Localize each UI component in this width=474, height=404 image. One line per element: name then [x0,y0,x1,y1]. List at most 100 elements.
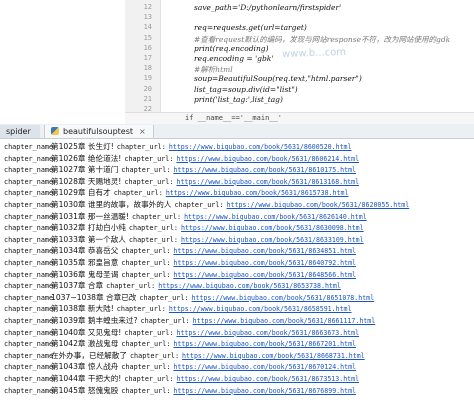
line-number: 12 [143,3,152,11]
chapter-url-link[interactable]: https://www.biqubao.com/book/5631/864856… [173,271,356,279]
chapter-url-label: chapter_url: [129,351,180,360]
chapter-name-label: chapter_name [4,351,54,360]
chapter-url-link[interactable]: https://www.biqubao.com/book/5631/866720… [173,340,356,348]
chapter-url-label: chapter_url: [121,166,171,175]
chapter-title: 第1037章 合章 [51,281,104,291]
chapter-title: 第1033章 第一个敌人 [51,234,126,244]
line-number: 15 [143,33,152,42]
chapter-url-link[interactable]: https://www.biqubao.com/book/5631/860621… [176,155,359,163]
console-row: chapter_name第1033章 第一个敌人 chapter_url: http… [4,234,364,246]
chapter-name-label: chapter_name [4,317,54,325]
console-row: chapter_name第1030章 谁里的故事，故事外的人 chapter_ur… [4,199,409,211]
chapter-name-label: chapter_name [4,247,54,256]
chapter-name-label: chapter_name [4,293,54,302]
chapter-url-link[interactable]: https://www.biqubao.com/book/5631/867012… [173,363,356,371]
console-row: chapter_name第1043章 惊人战舟 chapter_url: https… [4,361,356,373]
chapter-url-label: chapter_url: [121,259,171,267]
chapter-name-label: chapter_name [4,201,54,209]
chapter-name-label: chapter_name [4,270,54,279]
chapter-url-link[interactable]: https://www.biqubao.com/book/5631/862005… [227,201,410,209]
chapter-url-link[interactable]: https://www.biqubao.com/book/5631/867689… [173,387,356,395]
chapter-title: 第1027章 第十道门 [51,165,119,175]
chapter-url-link[interactable]: https://www.biqubao.com/book/5631/863310… [181,236,364,244]
chapter-title: 第1044章 干把大的! [51,374,122,383]
console-row: chapter_name第1034章 恭喜岳父 chapter_url: https… [4,245,356,257]
code-line: soup=BeautifulSoup(req.text,"html.parser… [194,74,362,84]
chapter-name-label: chapter_name [4,375,54,383]
tab-beautifulsouptest[interactable]: beautifulsouptest × [44,125,154,138]
tab-spider[interactable]: spider [0,125,40,138]
chapter-url-link[interactable]: https://www.biqubao.com/book/5631/861316… [176,178,359,186]
chapter-title: 第1025章 长生灯! [51,142,114,151]
code-line: print(req.encoding) [194,43,269,53]
chapter-name-label: chapter_name [4,154,54,163]
chapter-url-link[interactable]: https://www.biqubao.com/book/5631/866873… [182,352,365,360]
chapter-url-link[interactable]: https://www.biqubao.com/book/5631/866367… [176,329,359,337]
chapter-title: 第1034章 恭喜岳父 [51,246,119,256]
run-console-output[interactable]: chapter_name第1025章 长生灯! chapter_url: https… [0,140,474,404]
tab-label: spider [6,127,31,136]
chapter-url-label: chapter_url: [116,305,166,314]
chapter-name-label: chapter_name [4,259,54,267]
chapter-name-label: chapter_name [4,235,54,244]
chapter-url-link[interactable]: https://www.biqubao.com/book/5631/862614… [184,213,367,221]
console-row: chapter_name第1036章 鬼母圣谒 chapter_url: https… [4,269,356,281]
line-number: 21 [143,94,152,103]
chapter-title: 第1036章 鬼母圣谒 [51,269,119,279]
console-row: chapter_name第1044章 干把大的! chapter_url: http… [4,373,359,385]
chapter-name-label: chapter_name [4,363,54,372]
console-row: chapter_name第1029章 自有才 chapter_url: https:… [4,187,348,199]
chapter-title: 第1040章 又见鬼母! [51,327,122,337]
chapter-name-label: chapter_name [4,340,54,349]
console-row: chapter_name第1025章 长生灯! chapter_url: https… [4,141,352,153]
chapter-url-link[interactable]: https://www.biqubao.com/book/5631/863009… [181,224,364,232]
chapter-url-label: chapter_url: [139,293,189,302]
chapter-url-label: chapter_url: [124,328,174,337]
chapter-url-link[interactable]: https://www.biqubao.com/book/5631/863485… [173,247,356,255]
tab-label: beautifulsouptest [63,127,134,136]
chapter-url-label: chapter_url: [116,143,166,151]
chapter-name-label: chapter_name [4,143,54,151]
line-number: 18 [143,64,152,73]
chapter-title: 第1038章 新大陆! [51,304,114,314]
chapter-title: 第1031章 那一丝温暖! [51,211,129,221]
chapter-url-label: chapter_url: [113,189,163,198]
chapter-url-link[interactable]: https://www.biqubao.com/book/5631/865859… [169,305,352,313]
chapter-url-link[interactable]: https://www.biqubao.com/book/5631/867351… [176,375,359,383]
close-icon[interactable]: × [139,127,146,136]
chapter-url-link[interactable]: https://www.biqubao.com/book/5631/866111… [193,317,376,325]
chapter-name-label: chapter_name [4,224,54,233]
code-line: save_path='D:/pythonlearn/firstspider' [194,3,342,12]
chapter-url-label: chapter_url: [121,247,171,256]
chapter-url-link[interactable]: https://www.biqubao.com/book/5631/864079… [173,259,356,267]
python-file-icon [51,127,59,135]
chapter-url-link[interactable]: https://www.biqubao.com/book/5631/861573… [166,189,349,197]
chapter-name-label: chapter_name [4,212,54,221]
chapter-url-link[interactable]: https://www.biqubao.com/book/5631/865107… [192,294,375,302]
chapter-url-link[interactable]: https://www.biqubao.com/book/5631/860052… [169,143,352,151]
chapter-name-label: chapter_name [4,189,54,198]
chapter-url-label: chapter_url: [124,154,174,163]
line-number: 17 [143,54,152,62]
line-number: 19 [143,74,152,83]
chapter-name-label: chapter_name [4,328,54,337]
chapter-title: 第1029章 自有才 [51,188,111,198]
chapter-url-label: chapter_url: [140,317,190,325]
chapter-url-label: chapter_url: [124,375,174,383]
chapter-url-label: chapter_url: [128,235,179,244]
console-row: chapter_name在外办事，已经解散了 chapter_url: https:… [4,350,365,362]
chapter-title: 第1035章 邪皇旨意 [51,258,119,267]
chapter-title: 第1039章 鹅丰蝗虫来过? [51,316,138,325]
chapter-url-label: chapter_url: [121,386,171,395]
code-line: print('list_tag:',list_tag) [194,94,283,104]
chapter-title: 第1028章 天赐地灵! [51,176,122,186]
breadcrumb[interactable]: if __name__=='__main__' [125,112,474,124]
code-editor[interactable]: 12 13 14 15 16 17 18 19 20 21 22 save_path='D:/pyt… [0,0,474,120]
chapter-url-link[interactable]: https://www.biqubao.com/book/5631/861017… [173,166,356,174]
chapter-url-label: chapter_url: [121,363,171,372]
chapter-url-label: chapter_url: [124,177,174,186]
chapter-url-label: chapter_url: [121,340,171,349]
line-number: 13 [143,13,152,22]
chapter-url-link[interactable]: https://www.biqubao.com/book/5631/865373… [158,282,341,290]
console-row: chapter_name1037~1038章 合章已改 chapter_url: h… [4,292,374,304]
